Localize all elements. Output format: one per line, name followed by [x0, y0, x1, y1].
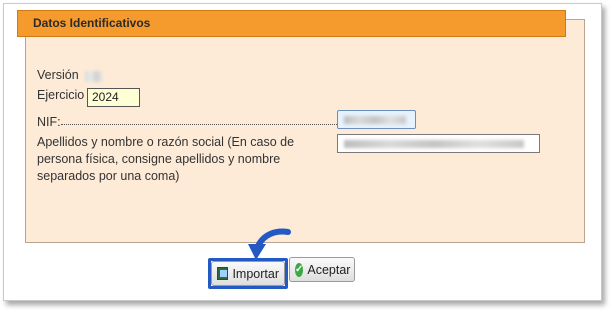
import-icon: [217, 267, 229, 280]
ejercicio-input[interactable]: 2024: [87, 88, 140, 107]
nif-input[interactable]: [337, 110, 416, 129]
panel-header: Datos Identificativos: [17, 10, 566, 37]
importar-button[interactable]: Importar: [211, 261, 285, 286]
aceptar-label: Aceptar: [307, 262, 351, 277]
nif-leader-line: [61, 124, 337, 125]
importar-label: Importar: [232, 266, 279, 281]
pointer-arrow-icon: [248, 228, 291, 260]
ejercicio-label: Ejercicio: [37, 88, 85, 102]
apellidos-input[interactable]: [337, 134, 540, 153]
datos-identificativos-panel: [25, 19, 585, 243]
apellidos-label: Apellidos y nombre o razón social (En ca…: [37, 135, 295, 183]
dialog-frame: Datos Identificativos Versión Ejercicio …: [3, 3, 602, 301]
nif-label: NIF:: [37, 115, 61, 129]
version-value-redacted: [85, 71, 102, 82]
nif-value-redacted: [344, 116, 406, 124]
aceptar-button[interactable]: ✓ Aceptar: [289, 257, 355, 282]
check-icon: ✓: [295, 262, 304, 277]
apellidos-value-redacted: [344, 140, 524, 148]
version-label: Versión: [37, 68, 79, 82]
